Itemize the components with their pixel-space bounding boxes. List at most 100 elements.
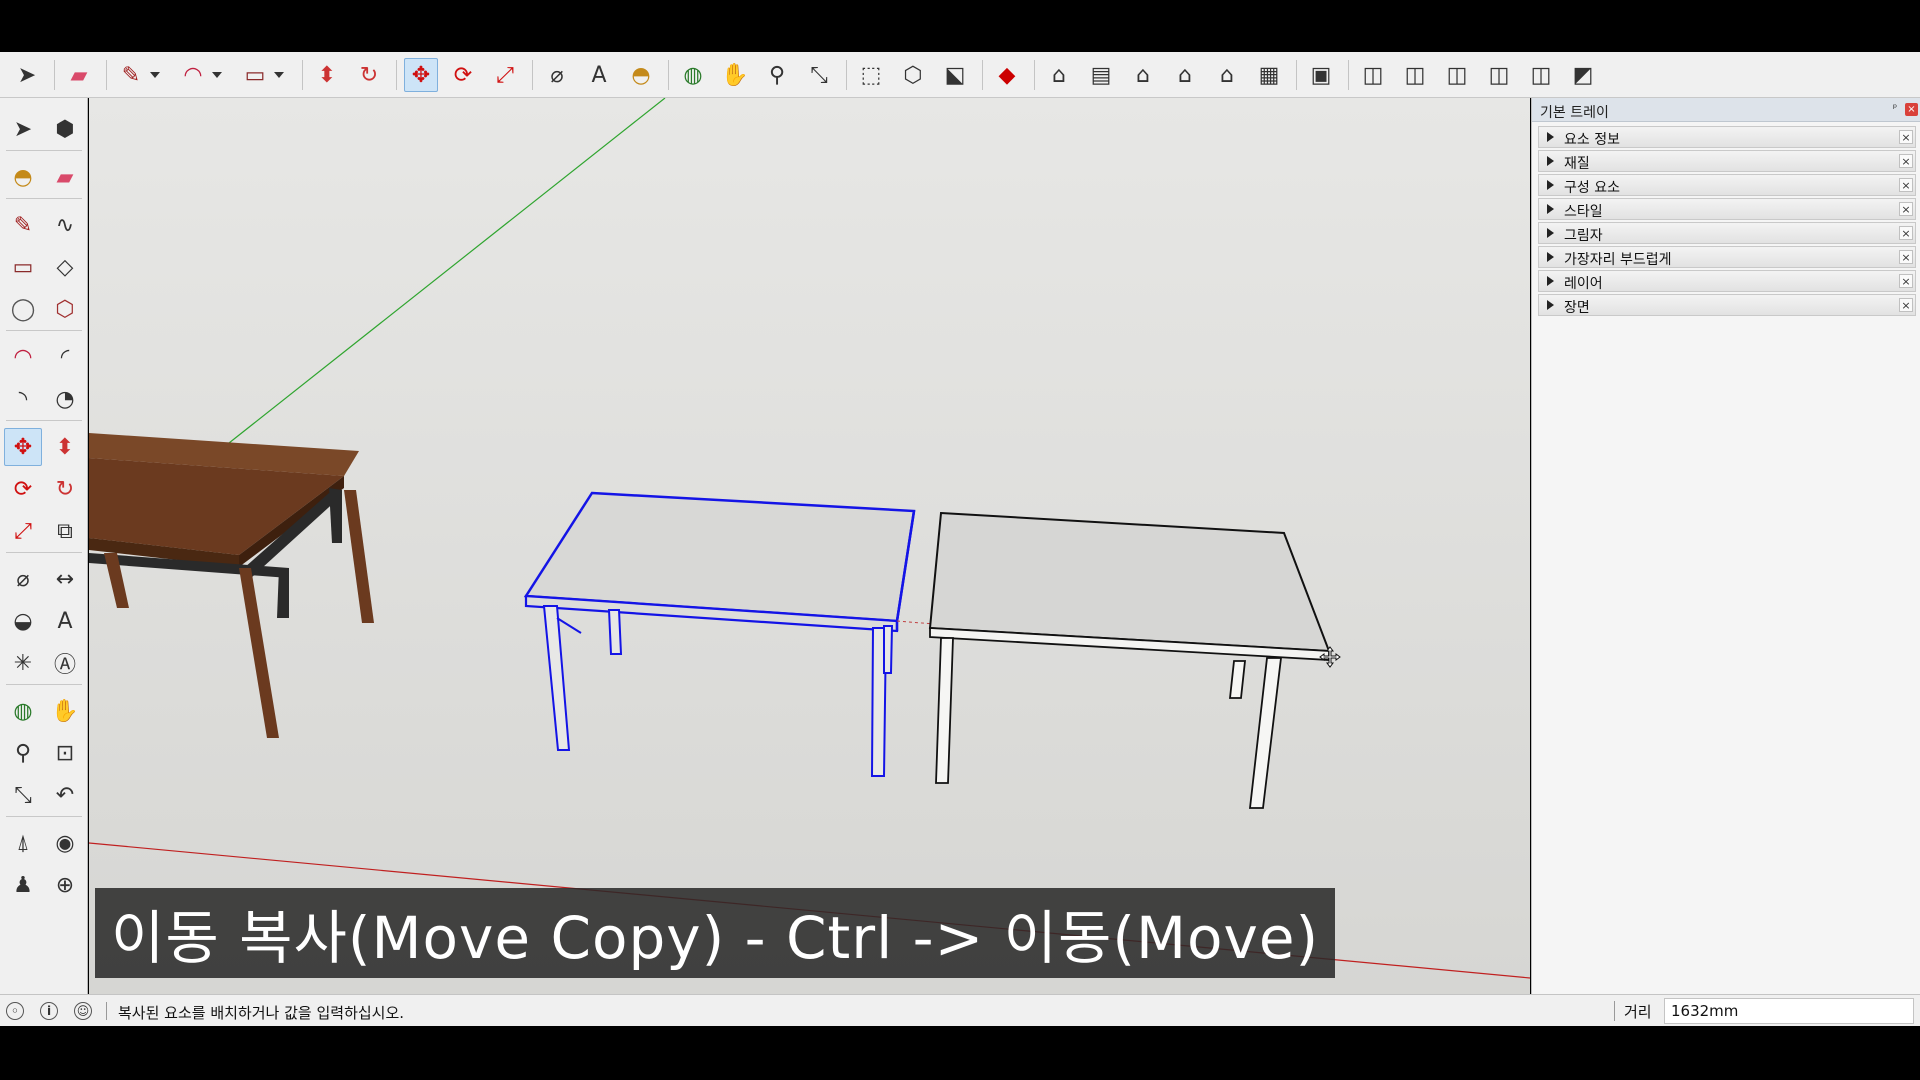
pencil-line-tool-button[interactable]: ✎	[4, 206, 42, 244]
extension-warehouse-tool-button[interactable]: ⬕	[938, 58, 972, 92]
view-top-tool-button[interactable]: ▤	[1084, 58, 1118, 92]
tape-measure-tool-button[interactable]: ⌀	[540, 58, 574, 92]
measurement-input[interactable]: 1632mm	[1664, 998, 1914, 1024]
scale-tool-button[interactable]: ⤢	[4, 512, 42, 550]
line-tool-button[interactable]: ✎	[114, 58, 148, 92]
scale-tool-button[interactable]: ⤢	[488, 58, 522, 92]
3d-text-tool-button[interactable]: Ⓐ	[46, 644, 84, 682]
polygon-tool-button[interactable]: ⬡	[46, 290, 84, 328]
info-icon[interactable]: i	[40, 1002, 58, 1020]
axes-tool-button[interactable]: ✳	[4, 644, 42, 682]
tray-panel-3[interactable]: 스타일 ×	[1538, 198, 1916, 220]
geo-location-icon[interactable]: ◦	[6, 1002, 24, 1020]
follow-me-tool-button[interactable]: ↻	[46, 470, 84, 508]
three-point-arc-tool-button[interactable]: ◝	[4, 380, 42, 418]
panel-close-button[interactable]: ×	[1899, 274, 1913, 288]
view-right-tool-button[interactable]: ⌂	[1168, 58, 1202, 92]
paint-bucket-tool-button[interactable]: ◓	[4, 158, 42, 196]
offset-tool-button[interactable]: ⧉	[46, 512, 84, 550]
chevron-down-icon[interactable]	[274, 72, 284, 78]
xray-tool-button[interactable]: ▣	[1304, 58, 1338, 92]
protractor-tool-button[interactable]: ◒	[4, 602, 42, 640]
rotate-tool-button[interactable]: ⟳	[446, 58, 480, 92]
tray-panel-1[interactable]: 재질 ×	[1538, 150, 1916, 172]
paint-bucket-tool-button[interactable]: ◓	[624, 58, 658, 92]
arc-tool-button[interactable]: ◠	[176, 58, 210, 92]
select-tool-button[interactable]: ➤	[10, 58, 44, 92]
tray-panel-0[interactable]: 요소 정보 ×	[1538, 126, 1916, 148]
push-pull-tool-button[interactable]: ⬍	[310, 58, 344, 92]
tray-panel-7[interactable]: 장면 ×	[1538, 294, 1916, 316]
style-textured-tool-button[interactable]: ◫	[1482, 58, 1516, 92]
panel-close-button[interactable]: ×	[1899, 202, 1913, 216]
component-tool-button[interactable]: ⬢	[46, 110, 84, 148]
zoom-tool-button[interactable]: ⚲	[4, 734, 42, 772]
pie-tool-button[interactable]: ◔	[46, 380, 84, 418]
tray-panel-6[interactable]: 레이어 ×	[1538, 270, 1916, 292]
style-shaded-tool-button[interactable]: ◫	[1440, 58, 1474, 92]
tray-close-button[interactable]: ×	[1905, 103, 1918, 116]
tray-panel-4[interactable]: 그림자 ×	[1538, 222, 1916, 244]
style-mono-tool-button[interactable]: ◫	[1524, 58, 1558, 92]
walk-tool-button[interactable]: ♟	[4, 866, 42, 904]
circle-tool-button[interactable]: ◯	[4, 290, 42, 328]
orbit-tool-button[interactable]: ◍	[676, 58, 710, 92]
panel-close-button[interactable]: ×	[1899, 178, 1913, 192]
ruby-tool-button[interactable]: ◆	[990, 58, 1024, 92]
rectangle-tool-button[interactable]: ▭	[4, 248, 42, 286]
expand-arrow-icon[interactable]	[1547, 228, 1554, 238]
moved-table[interactable]	[896, 511, 1331, 809]
pan-hand-tool-button[interactable]: ✋	[46, 692, 84, 730]
tape-measure-tool-button[interactable]: ⌀	[4, 560, 42, 598]
eraser-tool-button[interactable]: ▰	[62, 58, 96, 92]
chevron-down-icon[interactable]	[212, 72, 222, 78]
panel-close-button[interactable]: ×	[1899, 154, 1913, 168]
follow-me-tool-button[interactable]: ↻	[352, 58, 386, 92]
selected-table-copy[interactable]	[523, 491, 916, 777]
section-plane-tool-button[interactable]: ⊕	[46, 866, 84, 904]
style-hidden-tool-button[interactable]: ◫	[1398, 58, 1432, 92]
move-tool-button[interactable]: ✥	[4, 428, 42, 466]
arc-tool-button[interactable]: ◠	[4, 338, 42, 376]
style-wireframe-tool-button[interactable]: ◫	[1356, 58, 1390, 92]
previous-view-tool-button[interactable]: ↶	[46, 776, 84, 814]
push-pull-tool-button[interactable]: ⬍	[46, 428, 84, 466]
expand-arrow-icon[interactable]	[1547, 156, 1554, 166]
rectangle-tool-button[interactable]: ▭	[238, 58, 272, 92]
tray-panel-5[interactable]: 가장자리 부드럽게 ×	[1538, 246, 1916, 268]
move-tool-button[interactable]: ✥	[404, 58, 438, 92]
zoom-extents-tool-button[interactable]: ⤡	[802, 58, 836, 92]
dimension-tool-button[interactable]: ↔	[46, 560, 84, 598]
view-front-tool-button[interactable]: ⌂	[1126, 58, 1160, 92]
rotated-rectangle-tool-button[interactable]: ◇	[46, 248, 84, 286]
chevron-down-icon[interactable]	[150, 72, 160, 78]
drawing-viewport[interactable]: 이동 복사(Move Copy) - Ctrl -> 이동(Move)	[89, 98, 1530, 994]
freehand-tool-button[interactable]: ∿	[46, 206, 84, 244]
pin-icon[interactable]: ᵖ	[1889, 103, 1901, 115]
text-tool-button[interactable]: A	[582, 58, 616, 92]
expand-arrow-icon[interactable]	[1547, 276, 1554, 286]
expand-arrow-icon[interactable]	[1547, 132, 1554, 142]
expand-arrow-icon[interactable]	[1547, 300, 1554, 310]
wooden-table[interactable]	[89, 433, 374, 738]
look-around-tool-button[interactable]: ◉	[46, 824, 84, 862]
shadows-toggle-tool-button[interactable]: ◩	[1566, 58, 1600, 92]
view-left-tool-button[interactable]: ▦	[1252, 58, 1286, 92]
expand-arrow-icon[interactable]	[1547, 180, 1554, 190]
panel-close-button[interactable]: ×	[1899, 298, 1913, 312]
warehouse-3d-tool-button[interactable]: ⬚	[854, 58, 888, 92]
eraser-tool-button[interactable]: ▰	[46, 158, 84, 196]
zoom-tool-button[interactable]: ⚲	[760, 58, 794, 92]
orbit-tool-button[interactable]: ◍	[4, 692, 42, 730]
pan-tool-button[interactable]: ✋	[718, 58, 752, 92]
expand-arrow-icon[interactable]	[1547, 252, 1554, 262]
rotate-tool-button[interactable]: ⟳	[4, 470, 42, 508]
zoom-extents-tool-button[interactable]: ⤡	[4, 776, 42, 814]
panel-close-button[interactable]: ×	[1899, 226, 1913, 240]
position-camera-tool-button[interactable]: ⍋	[4, 824, 42, 862]
select-arrow-tool-button[interactable]: ➤	[4, 110, 42, 148]
user-account-icon[interactable]: ☺	[74, 1002, 92, 1020]
panel-close-button[interactable]: ×	[1899, 250, 1913, 264]
view-back-tool-button[interactable]: ⌂	[1210, 58, 1244, 92]
text-tool-button[interactable]: A	[46, 602, 84, 640]
